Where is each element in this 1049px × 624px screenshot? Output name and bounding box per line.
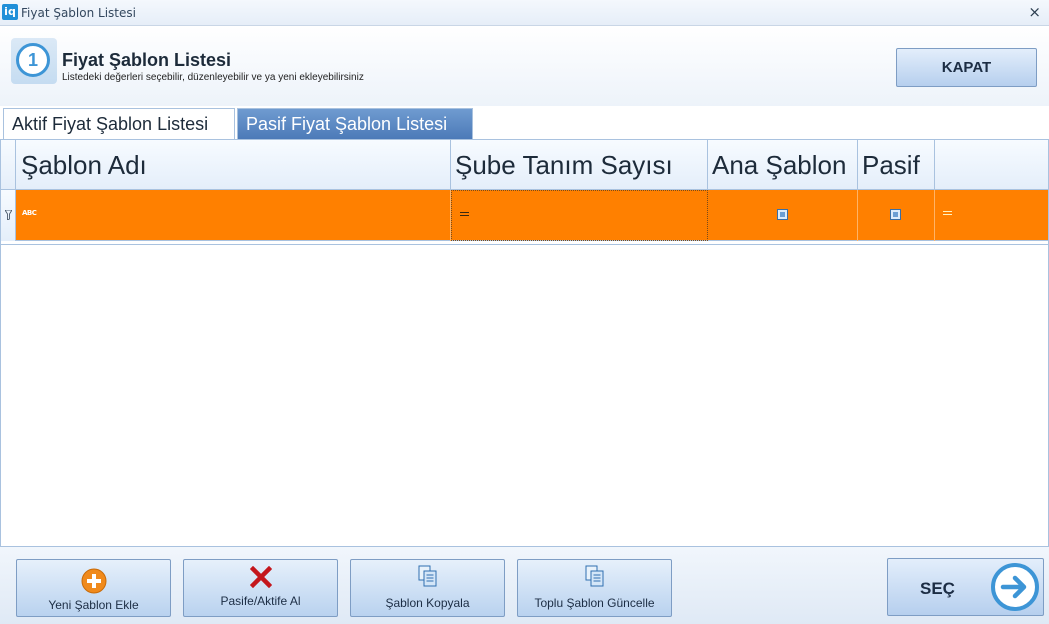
copy-document-icon [418,565,436,587]
grid-separator [1,242,1048,245]
column-header-sube-tanim-sayisi[interactable]: Şube Tanım Sayısı [451,140,708,190]
tab-pasif-list[interactable]: Pasif Fiyat Şablon Listesi [237,108,473,139]
template-grid[interactable]: Şablon Adı Şube Tanım Sayısı Ana Şablon … [0,139,1049,547]
red-x-icon [249,566,272,588]
add-circle-icon [81,568,106,594]
window-close-icon[interactable]: × [1028,3,1041,21]
app-logo-icon: iq [2,4,18,20]
copy-document-icon [585,565,603,587]
auto-filter-row[interactable]: ABC [1,190,1048,241]
arrow-right-circle-icon [991,563,1039,611]
copy-template-label: Şablon Kopyala [385,596,470,610]
filter-row-indicator [1,190,16,241]
filter-cell-ana-sablon[interactable] [708,190,858,241]
filter-cell-pasif[interactable] [858,190,935,241]
select-button[interactable]: SEÇ [887,558,1044,616]
select-label: SEÇ [920,579,955,598]
filter-cell-extra[interactable] [935,190,1048,241]
checkbox-icon[interactable] [777,209,788,220]
step-badge: 1 [11,38,57,84]
row-indicator-header [1,140,16,190]
copy-template-button[interactable]: Şablon Kopyala [350,559,505,617]
close-button[interactable]: KAPAT [896,48,1037,87]
bulk-update-template-button[interactable]: Toplu Şablon Güncelle [517,559,672,617]
checkbox-icon[interactable] [890,209,901,220]
add-template-button[interactable]: Yeni Şablon Ekle [16,559,171,617]
column-header-pasif[interactable]: Pasif [858,140,935,190]
abc-icon: ABC [22,209,37,217]
column-header-ana-sablon[interactable]: Ana Şablon [708,140,858,190]
step-number-icon: 1 [16,43,50,77]
window-titlebar: iq Fiyat Şablon Listesi × [0,0,1049,26]
equals-icon [943,210,952,216]
grid-header: Şablon Adı Şube Tanım Sayısı Ana Şablon … [1,140,1048,190]
add-template-label: Yeni Şablon Ekle [48,598,139,612]
filter-cell-sablon-adi[interactable]: ABC [17,190,451,241]
column-header-extra[interactable] [935,140,1048,190]
filter-cell-sube-tanim-sayisi[interactable] [451,190,708,241]
column-header-sablon-adi[interactable]: Şablon Adı [17,140,451,190]
bulk-update-template-label: Toplu Şablon Güncelle [534,596,655,610]
funnel-icon [5,210,12,220]
page-subtitle: Listedeki değerleri seçebilir, düzenleye… [62,72,364,83]
toggle-active-passive-button[interactable]: Pasife/Aktife Al [183,559,338,617]
page-title: Fiyat Şablon Listesi [62,50,232,70]
tab-strip: Aktif Fiyat Şablon Listesi Pasif Fiyat Ş… [0,106,1049,139]
equals-icon [460,211,469,217]
page-header: 1 Fiyat Şablon Listesi Listedeki değerle… [0,26,1049,106]
bottom-toolbar: Yeni Şablon Ekle Pasife/Aktife Al Şablon… [0,547,1049,624]
toggle-active-passive-label: Pasife/Aktife Al [220,594,301,608]
window-title: Fiyat Şablon Listesi [21,6,136,20]
tab-aktif-list[interactable]: Aktif Fiyat Şablon Listesi [3,108,235,139]
